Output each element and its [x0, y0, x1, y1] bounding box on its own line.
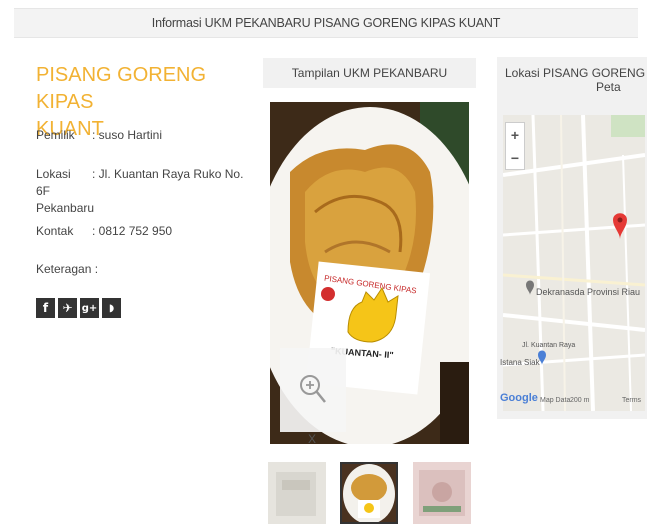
note-field: Keteragan :: [36, 262, 98, 276]
google-plus-icon[interactable]: g+: [80, 298, 99, 318]
location-value-line2: Pekanbaru: [36, 201, 95, 215]
map-scale: 200 m: [570, 397, 590, 404]
page-header-bar: Informasi UKM PEKANBARU PISANG GORENG KI…: [14, 8, 638, 38]
map-zoom-controls: + −: [505, 122, 525, 170]
contact-field: Kontak : 0812 752 950: [36, 224, 172, 238]
facebook-icon[interactable]: f: [36, 298, 55, 318]
note-label: Keteragan :: [36, 262, 99, 276]
twitter-icon[interactable]: ✈: [58, 298, 77, 318]
map-place-label: Dekranasda Provinsi Riau: [536, 287, 641, 297]
owner-value: : suso Hartini: [92, 128, 163, 142]
zoom-in-icon: [300, 375, 326, 403]
map-zoom-in-button[interactable]: +: [511, 127, 519, 143]
map-road-label: Jl. Kuantan Raya: [522, 342, 576, 349]
contact-value: : 0812 752 950: [92, 224, 173, 238]
owner-field: Pemilik : suso Hartini: [36, 128, 162, 142]
gallery-thumbnail-2[interactable]: [340, 462, 398, 524]
gallery-thumbnail-3[interactable]: [413, 462, 471, 524]
map-data-link[interactable]: Map Data: [540, 397, 570, 404]
thumbnail-2-art: [342, 464, 396, 522]
map-zoom-out-button[interactable]: −: [511, 150, 519, 166]
location-field: Lokasi: Jl. Kuantan Raya Ruko No. 6F Pek…: [36, 166, 251, 217]
gallery-thumbnail-1[interactable]: [268, 462, 326, 524]
rss-icon[interactable]: ◗: [102, 298, 121, 318]
social-links: f ✈ g+ ◗: [36, 298, 121, 318]
gallery-heading-text: Tampilan UKM PEKANBARU: [291, 66, 448, 80]
thumbnail-1-art: [268, 462, 326, 524]
page-header-title: Informasi UKM PEKANBARU PISANG GORENG KI…: [151, 16, 501, 30]
gallery-heading: Tampilan UKM PEKANBARU: [263, 58, 476, 88]
map-heading: Lokasi PISANG GORENG KI: [505, 66, 647, 80]
business-name-line1: PISANG GORENG KIPAS: [36, 64, 207, 113]
contact-label: Kontak: [36, 224, 74, 238]
location-label: Lokasi: [36, 167, 71, 181]
owner-label: Pemilik: [36, 128, 75, 142]
map-terms-link[interactable]: Terms: [622, 397, 641, 404]
map-poi-label: Istana Siak: [500, 358, 540, 367]
thumbnail-3-art: [413, 462, 471, 524]
map-subheading: Peta: [596, 80, 621, 94]
zoom-overlay[interactable]: [280, 348, 346, 432]
close-icon[interactable]: X: [308, 432, 316, 446]
google-logo: Google: [500, 392, 538, 404]
